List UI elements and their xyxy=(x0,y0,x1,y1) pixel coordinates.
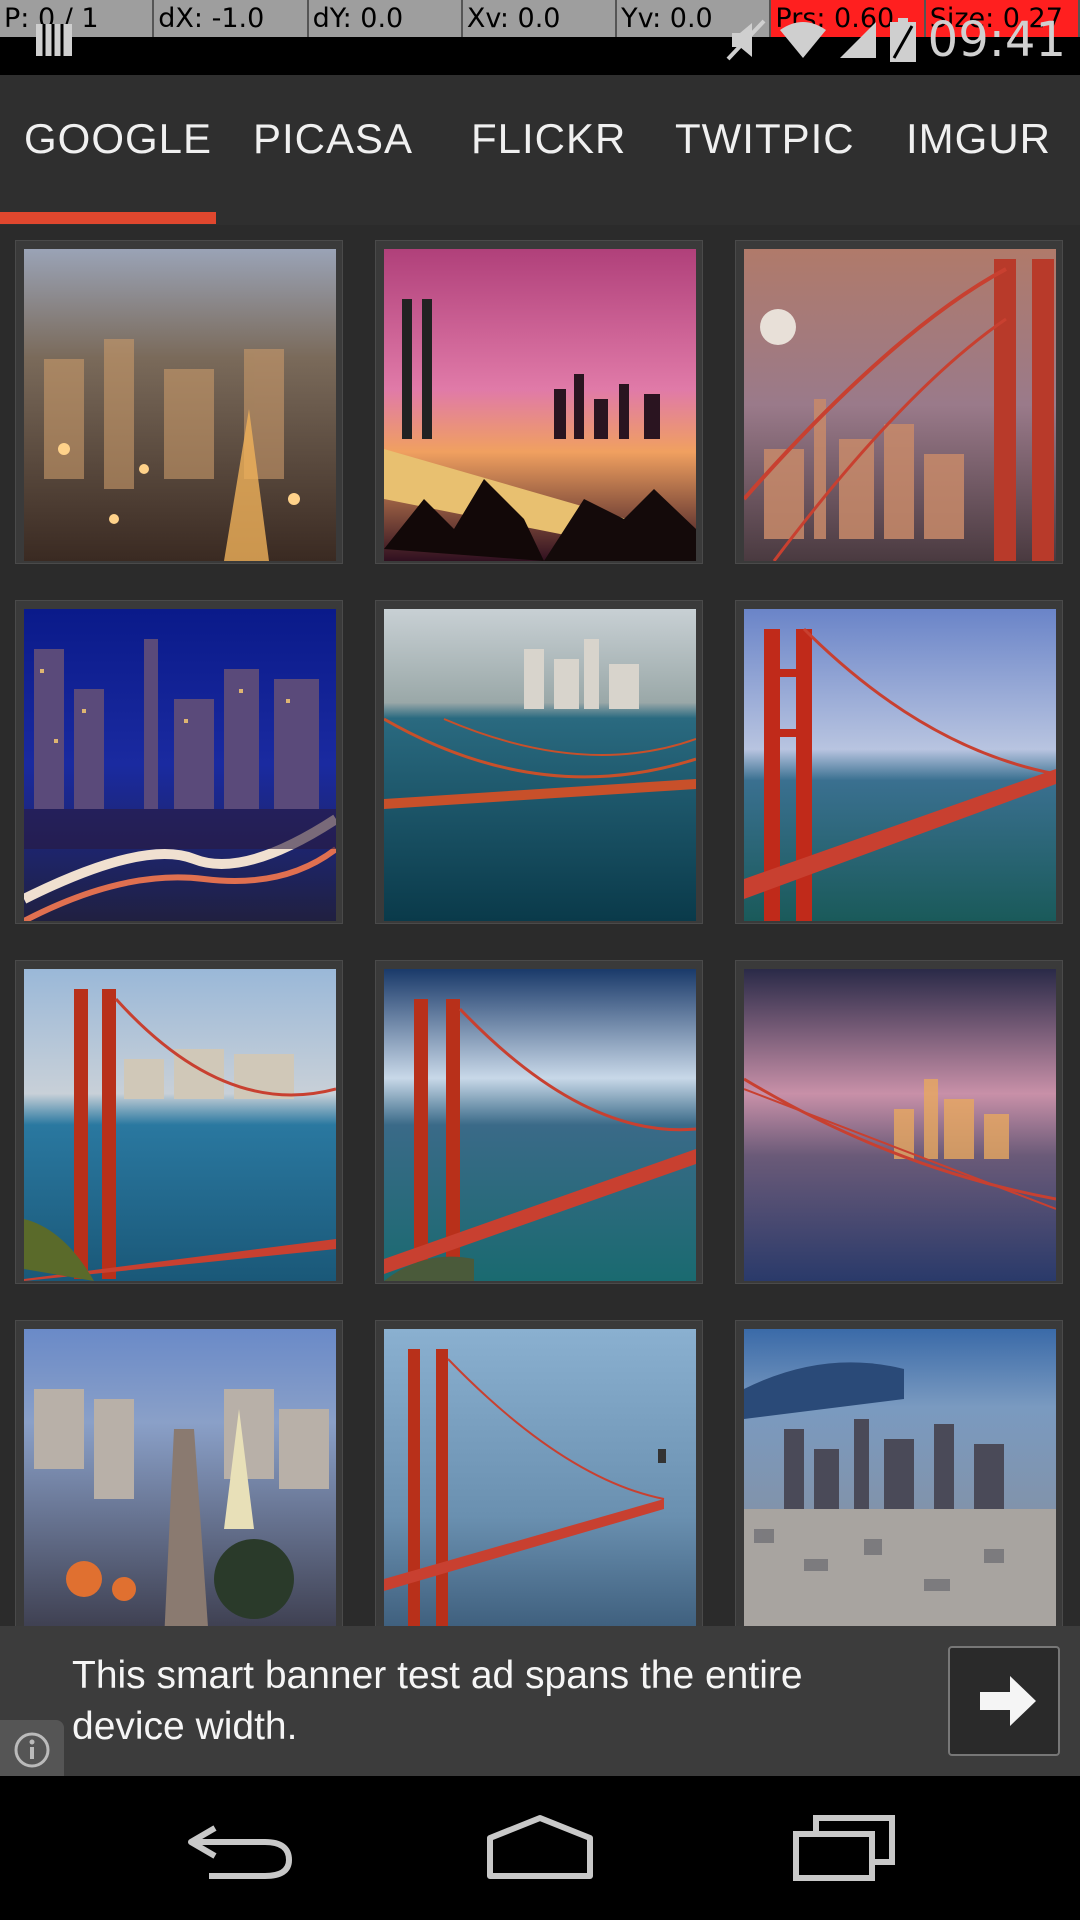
image-thumbnail[interactable] xyxy=(15,240,343,564)
tab-google[interactable]: GOOGLE xyxy=(24,115,212,163)
image-thumbnail[interactable] xyxy=(15,1320,343,1626)
tab-flickr[interactable]: FLICKR xyxy=(471,115,626,163)
arrow-right-icon xyxy=(980,1676,1036,1726)
mute-icon xyxy=(726,19,766,61)
status-icons: 09:41 xyxy=(724,10,1066,70)
ad-info-button[interactable] xyxy=(0,1720,64,1776)
image-thumbnail[interactable] xyxy=(375,240,703,564)
system-nav-bar xyxy=(0,1776,1080,1920)
debug-pointer: P: 0 / 1 xyxy=(0,0,155,37)
image-thumbnail[interactable] xyxy=(15,600,343,924)
image-thumbnail[interactable] xyxy=(375,600,703,924)
debug-xv: Xv: 0.0 xyxy=(462,0,618,37)
home-icon[interactable] xyxy=(484,1812,596,1882)
debug-dx: dX: -1.0 xyxy=(154,0,309,37)
tab-picasa[interactable]: PICASA xyxy=(253,115,413,163)
signal-icon xyxy=(839,22,876,58)
notification-icon xyxy=(36,24,72,56)
ad-text: This smart banner test ad spans the enti… xyxy=(72,1654,803,1748)
ad-open-button[interactable] xyxy=(948,1646,1060,1756)
image-thumbnail[interactable] xyxy=(735,960,1063,1284)
back-icon[interactable] xyxy=(185,1812,295,1886)
tab-selected-indicator xyxy=(0,212,216,224)
battery-icon xyxy=(889,18,916,62)
wifi-icon xyxy=(779,22,826,58)
tab-imgur[interactable]: IMGUR xyxy=(906,115,1051,163)
status-bar: P: 0 / 1 dX: -1.0 dY: 0.0 Xv: 0.0 Yv: 0.… xyxy=(0,0,1080,75)
image-thumbnail[interactable] xyxy=(15,960,343,1284)
image-thumbnail[interactable] xyxy=(735,240,1063,564)
info-icon xyxy=(14,1732,50,1768)
image-grid[interactable] xyxy=(0,240,1080,1626)
clock: 09:41 xyxy=(927,12,1066,68)
image-thumbnail[interactable] xyxy=(735,1320,1063,1626)
debug-dy: dY: 0.0 xyxy=(308,0,463,37)
image-thumbnail[interactable] xyxy=(375,1320,703,1626)
image-thumbnail[interactable] xyxy=(375,960,703,1284)
recents-icon[interactable] xyxy=(790,1812,898,1882)
ad-banner[interactable]: This smart banner test ad spans the enti… xyxy=(0,1626,1080,1776)
tab-twitpic[interactable]: TWITPIC xyxy=(675,115,855,163)
image-thumbnail[interactable] xyxy=(735,600,1063,924)
source-tab-bar: GOOGLE PICASA FLICKR TWITPIC IMGUR xyxy=(0,75,1080,225)
